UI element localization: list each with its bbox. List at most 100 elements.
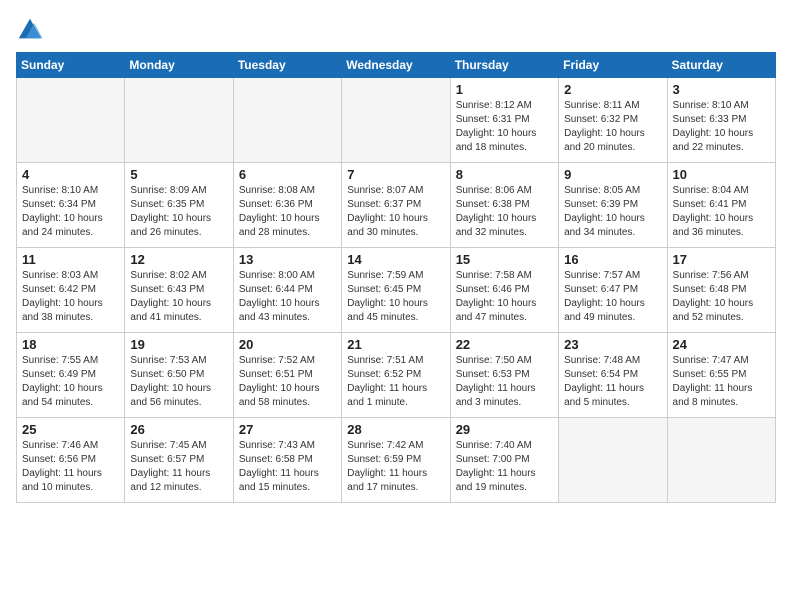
day-number: 29 [456,422,553,437]
day-number: 7 [347,167,444,182]
week-row-3: 18 Sunrise: 7:55 AMSunset: 6:49 PMDayligh… [17,333,776,418]
day-cell [342,78,450,163]
weekday-header-thursday: Thursday [450,53,558,78]
day-cell [17,78,125,163]
day-cell: 1 Sunrise: 8:12 AMSunset: 6:31 PMDaylight… [450,78,558,163]
day-number: 3 [673,82,770,97]
day-number: 12 [130,252,227,267]
day-info: Sunrise: 7:55 AMSunset: 6:49 PMDaylight:… [22,354,119,410]
logo [16,16,48,44]
day-number: 10 [673,167,770,182]
day-number: 6 [239,167,336,182]
day-number: 17 [673,252,770,267]
day-cell: 17Sunrise: 7:56 AMSunset: 6:48 PMDayligh… [667,248,775,333]
day-number: 19 [130,337,227,352]
day-number: 2 [564,82,661,97]
day-info: Sunrise: 8:00 AMSunset: 6:44 PMDaylight:… [239,269,336,325]
day-info: Sunrise: 7:52 AMSunset: 6:51 PMDaylight:… [239,354,336,410]
day-info: Sunrise: 8:10 AMSunset: 6:34 PMDaylight:… [22,184,119,240]
day-cell: 14Sunrise: 7:59 AMSunset: 6:45 PMDayligh… [342,248,450,333]
week-row-1: 4 Sunrise: 8:10 AMSunset: 6:34 PMDaylight… [17,163,776,248]
day-info: Sunrise: 7:42 AMSunset: 6:59 PMDaylight:… [347,439,444,495]
header [16,16,776,44]
day-cell: 2 Sunrise: 8:11 AMSunset: 6:32 PMDaylight… [559,78,667,163]
day-number: 16 [564,252,661,267]
day-info: Sunrise: 7:43 AMSunset: 6:58 PMDaylight:… [239,439,336,495]
day-info: Sunrise: 8:03 AMSunset: 6:42 PMDaylight:… [22,269,119,325]
day-cell: 27 Sunrise: 7:43 AMSunset: 6:58 PMDayligh… [233,418,341,503]
day-number: 18 [22,337,119,352]
day-cell [233,78,341,163]
day-cell [125,78,233,163]
day-number: 27 [239,422,336,437]
day-info: Sunrise: 8:11 AMSunset: 6:32 PMDaylight:… [564,99,661,155]
day-cell: 9 Sunrise: 8:05 AMSunset: 6:39 PMDaylight… [559,163,667,248]
day-info: Sunrise: 8:02 AMSunset: 6:43 PMDaylight:… [130,269,227,325]
day-info: Sunrise: 8:08 AMSunset: 6:36 PMDaylight:… [239,184,336,240]
day-number: 20 [239,337,336,352]
day-cell: 23 Sunrise: 7:48 AMSunset: 6:54 PMDayligh… [559,333,667,418]
day-cell: 21 Sunrise: 7:51 AMSunset: 6:52 PMDayligh… [342,333,450,418]
day-info: Sunrise: 7:58 AMSunset: 6:46 PMDaylight:… [456,269,553,325]
day-number: 8 [456,167,553,182]
day-cell: 4 Sunrise: 8:10 AMSunset: 6:34 PMDaylight… [17,163,125,248]
day-number: 23 [564,337,661,352]
day-number: 11 [22,252,119,267]
day-number: 26 [130,422,227,437]
day-cell: 7 Sunrise: 8:07 AMSunset: 6:37 PMDaylight… [342,163,450,248]
day-cell: 12 Sunrise: 8:02 AMSunset: 6:43 PMDayligh… [125,248,233,333]
day-number: 1 [456,82,553,97]
day-info: Sunrise: 7:53 AMSunset: 6:50 PMDaylight:… [130,354,227,410]
day-info: Sunrise: 7:48 AMSunset: 6:54 PMDaylight:… [564,354,661,410]
day-cell: 25 Sunrise: 7:46 AMSunset: 6:56 PMDayligh… [17,418,125,503]
day-cell: 28 Sunrise: 7:42 AMSunset: 6:59 PMDayligh… [342,418,450,503]
day-info: Sunrise: 8:10 AMSunset: 6:33 PMDaylight:… [673,99,770,155]
day-number: 25 [22,422,119,437]
day-cell: 29 Sunrise: 7:40 AMSunset: 7:00 PMDayligh… [450,418,558,503]
day-info: Sunrise: 7:51 AMSunset: 6:52 PMDaylight:… [347,354,444,410]
weekday-header-sunday: Sunday [17,53,125,78]
day-info: Sunrise: 7:46 AMSunset: 6:56 PMDaylight:… [22,439,119,495]
logo-icon [16,16,44,44]
day-number: 22 [456,337,553,352]
day-number: 9 [564,167,661,182]
day-cell: 15 Sunrise: 7:58 AMSunset: 6:46 PMDayligh… [450,248,558,333]
day-cell: 3 Sunrise: 8:10 AMSunset: 6:33 PMDaylight… [667,78,775,163]
day-number: 28 [347,422,444,437]
day-number: 13 [239,252,336,267]
day-info: Sunrise: 8:12 AMSunset: 6:31 PMDaylight:… [456,99,553,155]
day-cell: 11 Sunrise: 8:03 AMSunset: 6:42 PMDayligh… [17,248,125,333]
week-row-0: 1 Sunrise: 8:12 AMSunset: 6:31 PMDaylight… [17,78,776,163]
day-cell: 20 Sunrise: 7:52 AMSunset: 6:51 PMDayligh… [233,333,341,418]
day-cell: 22 Sunrise: 7:50 AMSunset: 6:53 PMDayligh… [450,333,558,418]
day-info: Sunrise: 8:05 AMSunset: 6:39 PMDaylight:… [564,184,661,240]
day-info: Sunrise: 8:04 AMSunset: 6:41 PMDaylight:… [673,184,770,240]
week-row-4: 25 Sunrise: 7:46 AMSunset: 6:56 PMDayligh… [17,418,776,503]
day-cell: 13 Sunrise: 8:00 AMSunset: 6:44 PMDayligh… [233,248,341,333]
day-cell [667,418,775,503]
weekday-header-tuesday: Tuesday [233,53,341,78]
day-cell: 24Sunrise: 7:47 AMSunset: 6:55 PMDayligh… [667,333,775,418]
day-cell: 18 Sunrise: 7:55 AMSunset: 6:49 PMDayligh… [17,333,125,418]
page: SundayMondayTuesdayWednesdayThursdayFrid… [0,0,792,513]
calendar-table: SundayMondayTuesdayWednesdayThursdayFrid… [16,52,776,503]
day-cell: 6 Sunrise: 8:08 AMSunset: 6:36 PMDaylight… [233,163,341,248]
weekday-header-saturday: Saturday [667,53,775,78]
day-info: Sunrise: 7:50 AMSunset: 6:53 PMDaylight:… [456,354,553,410]
day-cell: 8Sunrise: 8:06 AMSunset: 6:38 PMDaylight… [450,163,558,248]
day-cell: 26Sunrise: 7:45 AMSunset: 6:57 PMDayligh… [125,418,233,503]
day-number: 4 [22,167,119,182]
day-number: 24 [673,337,770,352]
day-info: Sunrise: 7:40 AMSunset: 7:00 PMDaylight:… [456,439,553,495]
day-info: Sunrise: 8:07 AMSunset: 6:37 PMDaylight:… [347,184,444,240]
day-number: 21 [347,337,444,352]
day-cell: 16 Sunrise: 7:57 AMSunset: 6:47 PMDayligh… [559,248,667,333]
weekday-header-wednesday: Wednesday [342,53,450,78]
day-number: 14 [347,252,444,267]
day-cell: 19 Sunrise: 7:53 AMSunset: 6:50 PMDayligh… [125,333,233,418]
day-number: 15 [456,252,553,267]
day-cell: 10 Sunrise: 8:04 AMSunset: 6:41 PMDayligh… [667,163,775,248]
day-info: Sunrise: 8:09 AMSunset: 6:35 PMDaylight:… [130,184,227,240]
day-info: Sunrise: 7:57 AMSunset: 6:47 PMDaylight:… [564,269,661,325]
day-number: 5 [130,167,227,182]
